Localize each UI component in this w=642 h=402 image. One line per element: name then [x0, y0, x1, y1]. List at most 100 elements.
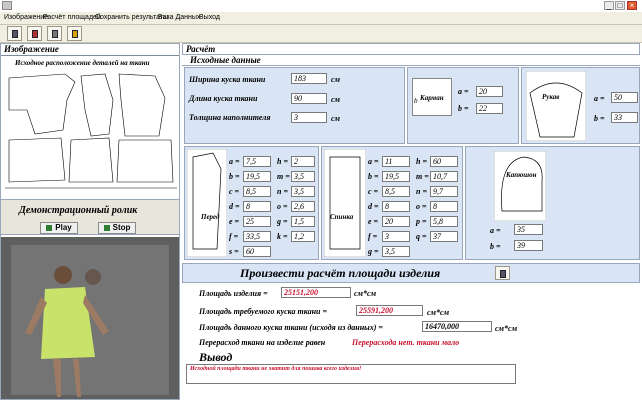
width-label: Ширина куска ткани	[189, 75, 266, 84]
width-field[interactable]: 183	[291, 73, 327, 84]
menu-image[interactable]: Изображение	[4, 14, 48, 21]
menu-exit[interactable]: Выход	[199, 14, 220, 21]
hood-diagram	[494, 151, 546, 221]
front-label: Перед	[201, 213, 220, 221]
param-row: s = 60	[229, 241, 271, 259]
param-row: g = 3,5	[368, 241, 410, 259]
sleeve-b-field[interactable]: 33	[611, 112, 638, 123]
calculator-icon[interactable]	[7, 26, 22, 41]
param-row: k = 1,2	[277, 226, 315, 244]
length-label: Длина куска ткани	[189, 94, 258, 103]
conclusion-box[interactable]: Исходной площади ткани не хватит для пош…	[186, 364, 516, 384]
sleeve-b-label: b =	[594, 114, 605, 123]
area-unit: см*см	[354, 289, 377, 298]
sleeve-panel: Рукав a = 50 b = 33	[521, 67, 640, 144]
param-label: n =	[416, 187, 428, 196]
compute-title: Произвести расчёт площади изделия	[240, 266, 441, 280]
hood-b-field[interactable]: 39	[514, 240, 543, 251]
param-field[interactable]: 1,2	[291, 231, 315, 242]
param-label: p =	[416, 217, 427, 226]
front-panel: Перед a = 7,5 b = 19,5 c = 8,5 d = 8 e = 25 f = 33,…	[184, 146, 319, 260]
param-label: b =	[368, 172, 379, 181]
toolbar	[0, 25, 642, 43]
pocket-b-label: b =	[458, 104, 469, 113]
demo-video-area	[1, 237, 179, 399]
given-label: Площадь данного куска ткани (исходя из д…	[199, 323, 383, 332]
required-field[interactable]: 25591,200	[356, 305, 423, 316]
param-label: m =	[277, 172, 290, 181]
given-field[interactable]: 16470,000	[422, 321, 492, 332]
hood-a-field[interactable]: 35	[514, 224, 543, 235]
source-header-bar: Исходные данные	[182, 55, 640, 66]
conclusion-text: Исходной площади ткани не хватит для пош…	[190, 366, 362, 372]
param-label: h =	[277, 157, 289, 166]
width-unit: см	[331, 75, 341, 84]
hood-a-label: a =	[490, 226, 501, 235]
back-panel: Спинка a = 11 b = 19,5 c = 8,5 d = 8 e = 20 f = 3 g …	[321, 146, 463, 260]
calc-header-bar: Расчёт	[182, 43, 640, 55]
app-icon	[2, 1, 12, 10]
hood-b-label: b =	[490, 242, 501, 251]
calc-header: Расчёт	[186, 44, 216, 54]
param-label: o =	[416, 202, 427, 211]
param-label: m =	[416, 172, 429, 181]
back-label: Спинка	[330, 213, 354, 221]
hood-label: Капюшон	[506, 171, 537, 179]
pocket-a-field[interactable]: 20	[476, 86, 503, 97]
param-field[interactable]: 3,5	[382, 246, 410, 257]
close-button[interactable]: ×	[627, 1, 637, 10]
length-field[interactable]: 90	[291, 93, 327, 104]
image-header: Изображение	[1, 44, 179, 56]
minimize-button[interactable]: _	[604, 1, 614, 10]
pocket-a-label: a =	[458, 87, 469, 96]
param-label: e =	[229, 217, 240, 226]
stop-icon	[103, 224, 110, 231]
menu-calc-area[interactable]: Расчёт площадей	[43, 14, 101, 21]
layout-diagram	[5, 70, 177, 195]
menu-database[interactable]: База Данных	[158, 14, 200, 21]
fabric-inputs-panel: Ширина куска ткани 183 см Длина куска тк…	[184, 67, 405, 144]
param-label: a =	[368, 157, 379, 166]
hood-panel: Капюшон a = 35 b = 39	[465, 146, 640, 260]
required-unit: см*см	[427, 308, 450, 317]
play-icon	[46, 224, 53, 231]
param-label: c =	[368, 187, 379, 196]
length-unit: см	[331, 95, 341, 104]
param-label: f =	[368, 232, 378, 241]
param-label: g =	[277, 217, 288, 226]
maximize-button[interactable]: □	[615, 1, 625, 10]
stop-button[interactable]: Stop	[98, 222, 136, 234]
image-pane: Изображение Исходное расположение детале…	[0, 43, 180, 400]
param-label: s =	[229, 247, 239, 256]
param-field[interactable]: 60	[243, 246, 271, 257]
print-icon[interactable]	[47, 26, 62, 41]
param-label: f =	[229, 232, 239, 241]
param-label: g =	[368, 247, 379, 256]
conclusion-header: Вывод	[199, 350, 233, 364]
compute-bar: Произвести расчёт площади изделия	[182, 263, 640, 283]
compute-button[interactable]	[495, 266, 510, 280]
sleeve-diagram	[526, 71, 586, 141]
play-button[interactable]: Play	[40, 222, 78, 234]
filler-label: Толщина наполнителя	[189, 113, 271, 122]
pocket-label: Карман	[420, 94, 444, 102]
area-field[interactable]: 25151,200	[281, 287, 351, 298]
param-label: o =	[277, 202, 288, 211]
sleeve-a-field[interactable]: 50	[611, 92, 638, 103]
param-label: h =	[416, 157, 428, 166]
area-label: Площадь изделия =	[199, 289, 268, 298]
back-diagram	[324, 149, 366, 257]
source-header: Исходные данные	[190, 55, 261, 65]
pocket-panel: Карман b a = 20 b = 22	[407, 67, 519, 144]
pocket-b-field[interactable]: 22	[476, 103, 503, 114]
menu-bar: Изображение Расчёт площадей Сохранить ре…	[0, 12, 642, 25]
demo-title: Демонстрационный ролик	[19, 205, 138, 216]
filler-field[interactable]: 3	[291, 112, 327, 123]
sleeve-a-label: a =	[594, 94, 605, 103]
param-field[interactable]: 37	[430, 231, 458, 242]
copy-icon[interactable]	[27, 26, 42, 41]
sleeve-label: Рукав	[542, 93, 560, 101]
exit-door-icon[interactable]	[67, 26, 82, 41]
param-label: d =	[368, 202, 379, 211]
param-label: a =	[229, 157, 240, 166]
